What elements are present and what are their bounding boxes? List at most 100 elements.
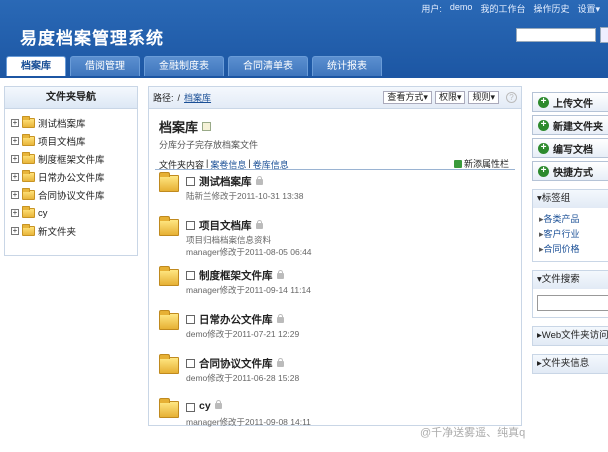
page-subtitle: 分库分子完存放档案文件 <box>159 140 259 150</box>
user-label: 用户: <box>421 4 442 14</box>
expand-icon[interactable]: + <box>11 173 19 181</box>
folder-icon <box>22 152 35 164</box>
list-item: 测试档案库 陆新兰修改于2011-10-31 13:38 <box>149 171 521 215</box>
folder-icon[interactable] <box>159 398 179 418</box>
tag-item[interactable]: 各类产品 <box>539 212 608 227</box>
file-search-section: ▾文件搜索 <box>532 270 608 318</box>
folder-nav-title: 文件夹导航 <box>5 87 137 109</box>
write-document-button[interactable]: + 编写文档 <box>532 138 608 158</box>
file-search-input[interactable] <box>537 295 608 311</box>
list-item: 合同协议文件库 demo修改于2011-06-28 15:28 <box>149 353 521 397</box>
list-item: 项目文档库 项目归档档案信息资料 manager修改于2011-08-05 06… <box>149 215 521 265</box>
expand-icon[interactable]: + <box>11 155 19 163</box>
content-panel: 路径: / 档案库 查看方式▾ 权限▾ 规则▾ ? 档案库 分库分子完存放档案文… <box>148 86 522 427</box>
folder-info-header[interactable]: ▸文件夹信息 <box>533 355 608 373</box>
history-link[interactable]: 操作历史 <box>533 2 569 15</box>
folder-tree: + 测试档案库 + 项目文档库 + 制度框架文件库 + 日常办公文件库 + 合同协议文件库… <box>5 109 137 240</box>
top-links: 用户: demo 我的工作台 操作历史 设置▾ <box>421 2 600 15</box>
select-checkbox[interactable] <box>186 271 195 280</box>
folder-meta: 陆新兰修改于2011-10-31 13:38 <box>186 191 304 201</box>
tree-item-label: 新文件夹 <box>38 227 77 238</box>
rule-button[interactable]: 规则▾ <box>468 91 499 104</box>
global-search-input[interactable] <box>516 28 596 42</box>
shortcut-button[interactable]: + 快捷方式 <box>532 161 608 181</box>
page-title-text: 档案库 <box>159 120 199 135</box>
user-name-link[interactable]: demo <box>450 2 473 15</box>
settings-link[interactable]: 设置▾ <box>577 2 600 15</box>
lock-icon <box>276 314 284 324</box>
folder-nav-panel: 文件夹导航 + 测试档案库 + 项目文档库 + 制度框架文件库 + 日常办公文件库 + 合… <box>4 86 138 256</box>
folder-icon[interactable] <box>159 354 179 374</box>
folder-link[interactable]: 测试档案库 <box>199 174 263 189</box>
header-bar: 用户: demo 我的工作台 操作历史 设置▾ 易度档案管理系统 档案库 借阅管… <box>0 0 608 78</box>
tree-item[interactable]: + 合同协议文件库 <box>11 186 137 204</box>
view-mode-button[interactable]: 查看方式▾ <box>383 91 432 104</box>
global-search-button[interactable] <box>600 27 608 43</box>
tag-group-section: ▾标签组 各类产品 客户行业 合同价格 <box>532 189 608 262</box>
tab-archive[interactable]: 档案库 <box>6 56 66 76</box>
folder-icon[interactable] <box>159 310 179 330</box>
upload-file-button[interactable]: + 上传文件 <box>532 92 608 112</box>
web-folder-header[interactable]: ▸Web文件夹访问 <box>533 327 608 345</box>
folder-meta: demo修改于2011-06-28 15:28 <box>186 373 300 383</box>
folder-icon <box>22 188 35 200</box>
folder-icon[interactable] <box>159 172 179 192</box>
expand-icon[interactable]: + <box>11 227 19 235</box>
expand-icon[interactable]: + <box>11 209 19 217</box>
tree-item[interactable]: + 新文件夹 <box>11 222 137 240</box>
folder-link[interactable]: 项目文档库 <box>199 218 263 233</box>
edit-icon[interactable] <box>202 122 212 131</box>
folder-link[interactable]: 日常办公文件库 <box>199 312 284 327</box>
new-folder-button[interactable]: + 新建文件夹 <box>532 115 608 135</box>
list-item: 制度框架文件库 manager修改于2011-09-14 11:14 <box>149 265 521 309</box>
help-icon[interactable]: ? <box>506 92 517 103</box>
folder-description: 项目归档档案信息资料 <box>186 235 272 245</box>
plus-icon: + <box>538 96 549 108</box>
tree-item-label: 制度框架文件库 <box>38 155 105 166</box>
select-checkbox[interactable] <box>186 359 195 368</box>
permission-button[interactable]: 权限▾ <box>434 91 466 104</box>
folder-icon <box>22 170 35 182</box>
expand-icon[interactable]: + <box>11 137 19 145</box>
expand-icon[interactable]: + <box>11 191 19 199</box>
tab-reports[interactable]: 统计报表 <box>312 56 382 76</box>
tree-item[interactable]: + 日常办公文件库 <box>11 168 137 186</box>
folder-icon <box>22 224 35 236</box>
tree-item[interactable]: + 制度框架文件库 <box>11 150 137 168</box>
tag-list: 各类产品 客户行业 合同价格 <box>533 208 608 261</box>
select-checkbox[interactable] <box>186 403 195 412</box>
add-column-icon <box>453 159 462 168</box>
tree-item-label: 日常办公文件库 <box>38 173 105 184</box>
lock-icon <box>255 176 263 186</box>
tag-group-header[interactable]: ▾标签组 <box>533 190 608 208</box>
file-search-header[interactable]: ▾文件搜索 <box>533 271 608 289</box>
tree-item[interactable]: + cy <box>11 204 137 222</box>
breadcrumb-link[interactable]: 档案库 <box>184 91 211 104</box>
select-checkbox[interactable] <box>186 177 195 186</box>
tag-item[interactable]: 客户行业 <box>539 227 608 242</box>
tab-contracts[interactable]: 合同清单表 <box>228 56 308 76</box>
folder-link[interactable]: 制度框架文件库 <box>199 268 284 283</box>
path-buttons: 查看方式▾ 权限▾ 规则▾ ? <box>383 91 517 104</box>
tree-item[interactable]: + 项目文档库 <box>11 132 137 150</box>
folder-meta: manager修改于2011-09-14 11:14 <box>186 285 311 295</box>
tag-item[interactable]: 合同价格 <box>539 242 608 257</box>
folder-icon[interactable] <box>159 266 179 286</box>
folder-link[interactable]: cy <box>199 400 222 412</box>
select-checkbox[interactable] <box>186 315 195 324</box>
workbench-link[interactable]: 我的工作台 <box>480 2 525 15</box>
tab-finance[interactable]: 金融制度表 <box>144 56 224 76</box>
folder-link[interactable]: 合同协议文件库 <box>199 356 284 371</box>
select-checkbox[interactable] <box>186 221 195 230</box>
folder-meta: demo修改于2011-07-21 12:29 <box>186 329 300 339</box>
tree-item-label: 合同协议文件库 <box>38 191 105 202</box>
lock-icon <box>276 270 284 280</box>
tab-borrow[interactable]: 借阅管理 <box>70 56 140 76</box>
expand-icon[interactable]: + <box>11 119 19 127</box>
folder-icon <box>22 134 35 146</box>
tree-item[interactable]: + 测试档案库 <box>11 114 137 132</box>
watermark: @千净送雾遥、纯真q <box>420 427 526 439</box>
folder-meta: manager修改于2011-09-08 14:11 <box>186 417 311 427</box>
lock-icon <box>255 220 263 230</box>
folder-icon[interactable] <box>159 216 179 236</box>
